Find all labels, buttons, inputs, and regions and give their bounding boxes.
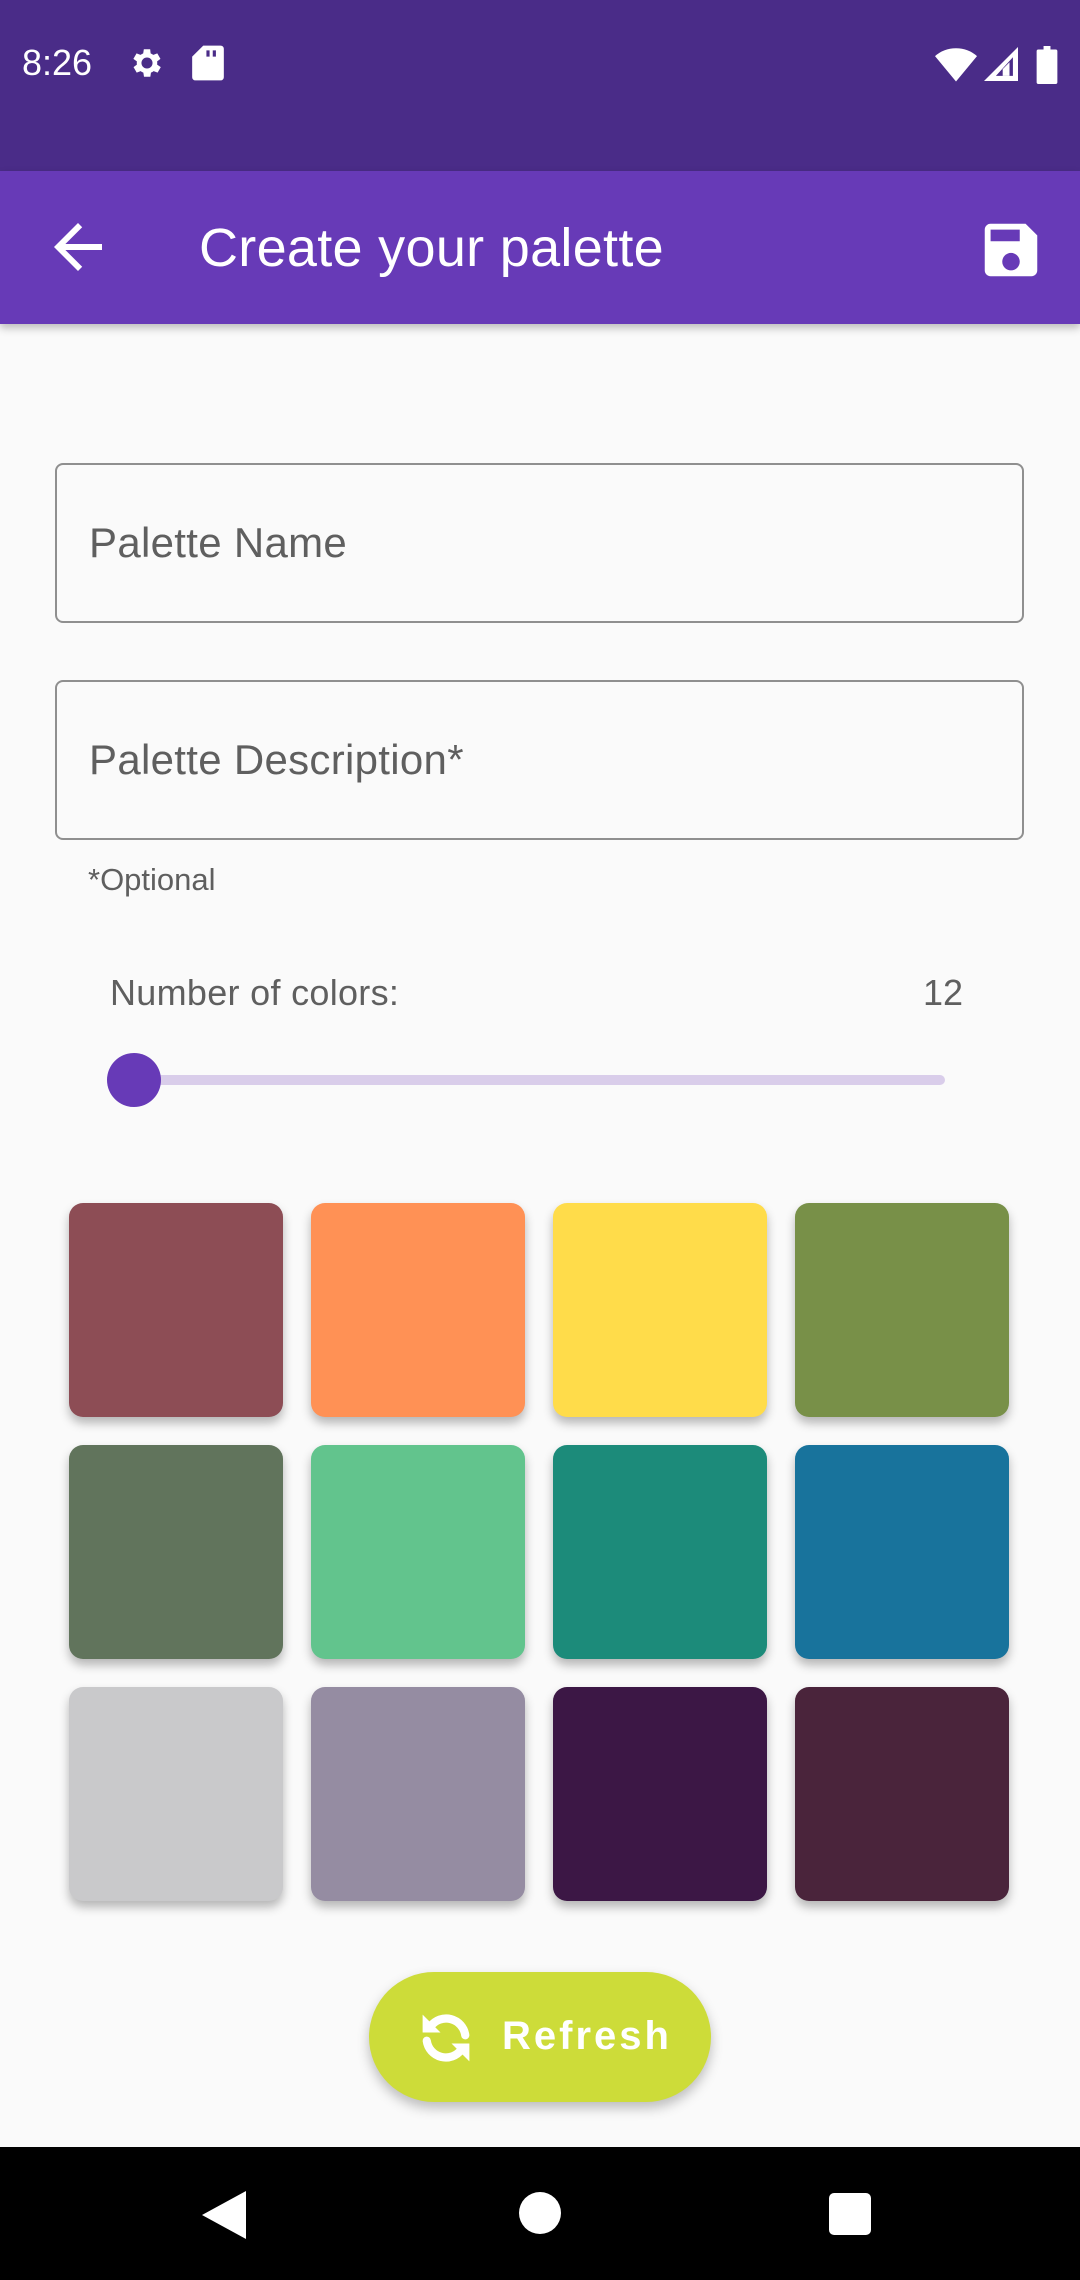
status-bar: 8:26 [0, 0, 1080, 171]
refresh-icon [413, 2005, 479, 2071]
number-of-colors-value: 12 [923, 972, 964, 1013]
color-swatch[interactable] [795, 1445, 1009, 1659]
color-swatch[interactable] [311, 1445, 525, 1659]
system-nav-bar [0, 2147, 1080, 2280]
refresh-label: Refresh [502, 2014, 672, 2058]
color-swatch[interactable] [69, 1687, 283, 1901]
nav-back-icon[interactable] [202, 2191, 246, 2244]
palette-name-field[interactable]: Palette Name [55, 463, 1024, 623]
color-swatch[interactable] [69, 1203, 283, 1417]
colors-slider-thumb[interactable] [107, 1053, 161, 1107]
sd-card-icon [192, 44, 224, 87]
nav-home-icon[interactable] [519, 2192, 561, 2234]
colors-slider-track[interactable] [135, 1075, 945, 1085]
settings-icon [128, 44, 166, 87]
page-title: Create your palette [199, 218, 664, 278]
status-time: 8:26 [22, 42, 93, 83]
color-swatch[interactable] [553, 1445, 767, 1659]
color-swatch[interactable] [553, 1203, 767, 1417]
app-bar: Create your palette [0, 171, 1080, 324]
palette-description-placeholder: Palette Description* [89, 736, 464, 783]
color-swatch[interactable] [553, 1687, 767, 1901]
palette-name-placeholder: Palette Name [89, 519, 348, 566]
save-button[interactable] [976, 215, 1046, 285]
color-swatch[interactable] [795, 1203, 1009, 1417]
arrow-back-icon [38, 223, 118, 287]
color-swatch[interactable] [311, 1687, 525, 1901]
cell-signal-icon [984, 46, 1018, 87]
color-swatch[interactable] [311, 1203, 525, 1417]
color-swatch[interactable] [795, 1687, 1009, 1901]
wifi-icon [935, 46, 977, 87]
optional-helper-text: *Optional [88, 862, 216, 897]
palette-description-field[interactable]: Palette Description* [55, 680, 1024, 840]
refresh-button[interactable]: Refresh [369, 1972, 711, 2102]
battery-icon [1036, 46, 1058, 89]
nav-recents-icon[interactable] [829, 2193, 871, 2235]
back-button[interactable] [38, 211, 118, 283]
save-icon [976, 223, 1046, 289]
number-of-colors-label: Number of colors: [110, 972, 400, 1013]
color-swatch[interactable] [69, 1445, 283, 1659]
